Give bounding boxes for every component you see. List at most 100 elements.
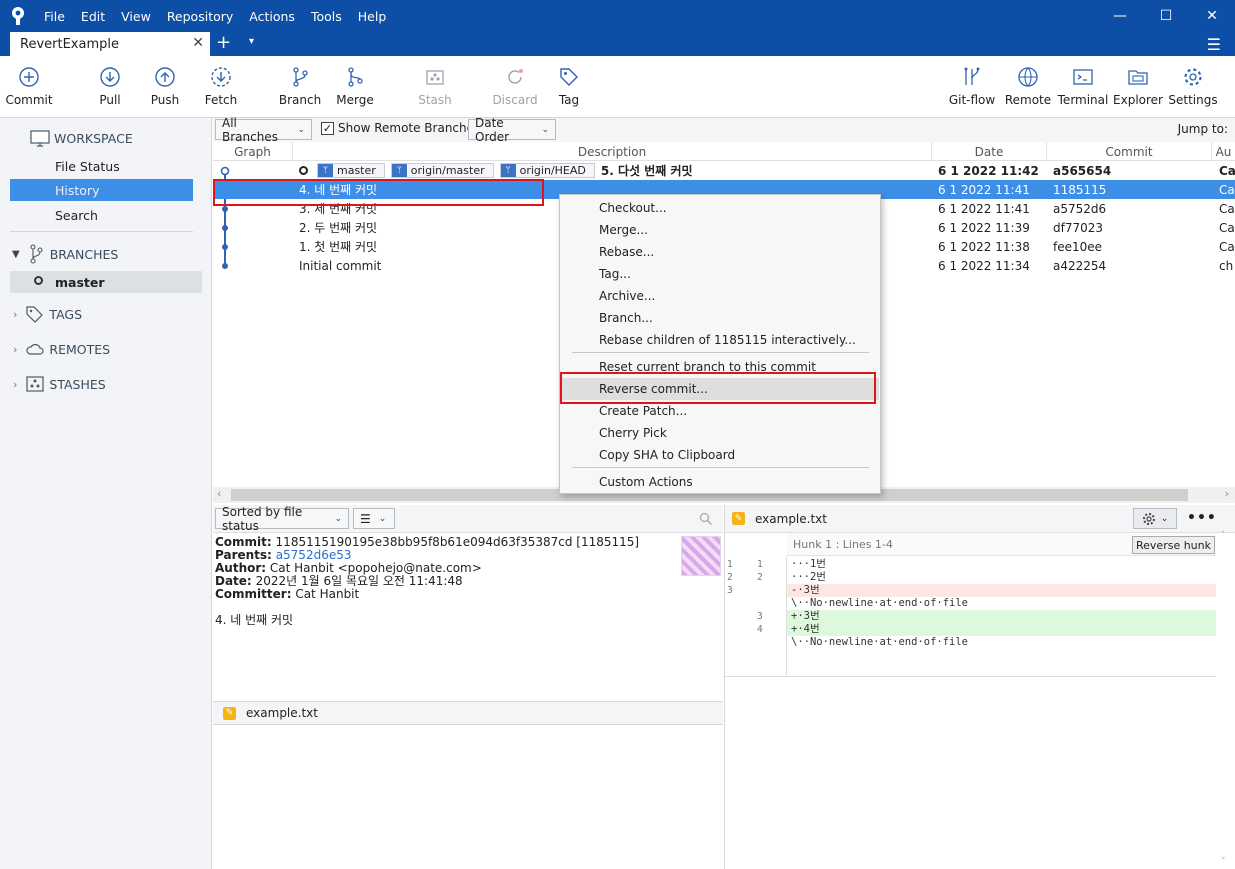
menu-actions[interactable]: Actions	[241, 9, 303, 24]
hamburger-menu-icon[interactable]: ☰	[1207, 35, 1221, 54]
commit-context-menu: Checkout... Merge... Rebase... Tag... Ar…	[559, 194, 881, 494]
branch-tag-origin-head[interactable]: ᛘ origin/HEAD	[499, 163, 595, 178]
show-remote-checkbox[interactable]: ✓	[321, 122, 334, 135]
tags-header[interactable]: › TAGS	[0, 304, 212, 324]
branch-tag-origin-master[interactable]: ᛘ origin/master	[390, 163, 494, 178]
minimize-button[interactable]: —	[1097, 0, 1143, 32]
tag-icon	[560, 68, 578, 86]
sort-dropdown[interactable]: Sorted by file status ⌄	[215, 505, 349, 533]
branches-filter-dropdown[interactable]: All Branches ⌄	[215, 116, 312, 144]
menu-item-merge[interactable]: Merge...	[561, 219, 879, 241]
pull-button[interactable]: Pull	[92, 56, 128, 118]
branches-header[interactable]: ▼ BRANCHES	[0, 244, 212, 264]
sidebar-item-search[interactable]: Search	[10, 204, 193, 226]
column-description[interactable]: Description	[293, 142, 932, 161]
menu-item-copy-sha[interactable]: Copy SHA to Clipboard	[561, 444, 879, 466]
menu-item-branch[interactable]: Branch...	[561, 307, 879, 329]
diff-no-newline-line: \··No·newline·at·end·of·file	[791, 597, 969, 609]
sidebar-item-master[interactable]: master	[10, 271, 202, 293]
vertical-scrollbar[interactable]: ˄ ˅	[1216, 531, 1235, 869]
menu-item-rebase[interactable]: Rebase...	[561, 241, 879, 263]
search-icon[interactable]	[699, 512, 713, 526]
maximize-button[interactable]: ☐	[1143, 0, 1189, 32]
scroll-right-icon[interactable]: ›	[1225, 487, 1229, 500]
menu-item-cherry-pick[interactable]: Cherry Pick	[561, 422, 879, 444]
commit-row[interactable]: ᛘ master ᛘ origin/master ᛘ origin/HEAD 5. 다…	[213, 161, 1235, 180]
menu-tools[interactable]: Tools	[303, 9, 350, 24]
menu-view[interactable]: View	[113, 9, 159, 24]
chevron-right-icon: ›	[13, 377, 18, 391]
commit-list-header: Graph Description Date Commit Au	[213, 142, 1235, 161]
terminal-button[interactable]: Terminal	[1058, 56, 1108, 118]
menu-file[interactable]: File	[36, 9, 73, 24]
menu-item-custom-actions[interactable]: Custom Actions	[561, 471, 879, 493]
gear-icon	[1142, 512, 1155, 525]
column-date[interactable]: Date	[932, 142, 1047, 161]
more-options-icon[interactable]: •••	[1187, 510, 1217, 526]
sourcetree-logo-icon	[0, 0, 36, 32]
close-window-button[interactable]: ✕	[1189, 0, 1235, 32]
merge-button[interactable]: Merge	[336, 56, 374, 118]
settings-button[interactable]: Settings	[1168, 56, 1218, 118]
changed-files-header[interactable]: ✎ example.txt	[213, 701, 723, 725]
menu-item-checkout[interactable]: Checkout...	[561, 197, 879, 219]
menu-bar: File Edit View Repository Actions Tools …	[36, 0, 394, 32]
remote-button[interactable]: Remote	[1005, 56, 1051, 118]
menu-repository[interactable]: Repository	[159, 9, 241, 24]
chevron-down-icon: ⌄	[334, 513, 342, 524]
column-author[interactable]: Au	[1212, 142, 1235, 161]
tag-label: Tag	[558, 93, 580, 107]
sidebar-item-history[interactable]: History	[10, 179, 193, 201]
commit-date: 6 1 2022 11:41	[938, 182, 1030, 197]
scroll-up-icon[interactable]: ˄	[1221, 531, 1226, 541]
committer-line: Committer: Cat Hanbit	[215, 588, 721, 601]
reverse-hunk-button[interactable]: Reverse hunk	[1132, 536, 1215, 554]
scroll-left-icon[interactable]: ‹	[217, 487, 221, 500]
stash-button[interactable]: Stash	[417, 56, 453, 118]
scroll-down-icon[interactable]: ˅	[1221, 857, 1226, 867]
menu-item-tag[interactable]: Tag...	[561, 263, 879, 285]
commit-hash: 1185115	[1053, 182, 1107, 197]
parent-link[interactable]: a5752d6e53	[276, 548, 352, 562]
explorer-button[interactable]: Explorer	[1113, 56, 1163, 118]
tab-close-icon[interactable]: ✕	[192, 35, 204, 51]
menu-item-rebase-children[interactable]: Rebase children of 1185115 interactively…	[561, 329, 879, 351]
view-mode-dropdown[interactable]: ☰ ⌄	[353, 508, 395, 529]
workspace-label: WORKSPACE	[54, 130, 133, 146]
branch-tag-master[interactable]: ᛘ master	[317, 163, 385, 178]
push-button[interactable]: Push	[147, 56, 183, 118]
order-dropdown[interactable]: Date Order ⌄	[468, 116, 556, 144]
menu-edit[interactable]: Edit	[73, 9, 113, 24]
tab-revertexample[interactable]: RevertExample ✕	[10, 32, 210, 56]
column-graph[interactable]: Graph	[213, 142, 293, 161]
modified-file-icon: ✎	[732, 512, 745, 525]
column-commit[interactable]: Commit	[1047, 142, 1212, 161]
workspace-header[interactable]: WORKSPACE	[0, 128, 212, 148]
branch-icon	[293, 67, 308, 87]
monitor-icon	[30, 129, 50, 147]
menu-help[interactable]: Help	[350, 9, 395, 24]
diff-added-line: +·4번	[787, 623, 1217, 636]
sidebar-item-file-status[interactable]: File Status	[10, 155, 193, 177]
diff-settings-dropdown[interactable]: ⌄	[1133, 508, 1177, 529]
new-tab-button[interactable]: +	[216, 33, 231, 53]
highlight-selected-commit	[213, 179, 544, 206]
chevron-right-icon: ›	[13, 342, 18, 356]
fetch-button[interactable]: Fetch	[202, 56, 240, 118]
discard-button[interactable]: Discard	[492, 56, 538, 118]
committer-value: Cat Hanbit	[295, 587, 360, 601]
remotes-header[interactable]: › REMOTES	[0, 339, 212, 359]
menu-item-archive[interactable]: Archive...	[561, 285, 879, 307]
branch-tag-label: origin/HEAD	[519, 164, 586, 177]
stashes-header[interactable]: › STASHES	[0, 374, 212, 394]
gitflow-button[interactable]: Git-flow	[949, 56, 995, 118]
parents-label: Parents:	[215, 548, 272, 562]
tab-dropdown-icon[interactable]: ▾	[249, 36, 254, 47]
commit-label: Commit	[5, 93, 53, 107]
commit-author: Ca	[1219, 182, 1235, 197]
branch-button[interactable]: Branch	[279, 56, 321, 118]
commit-button[interactable]: Commit	[5, 56, 53, 118]
folder-icon	[1128, 70, 1148, 85]
tag-button[interactable]: Tag	[556, 56, 582, 118]
new-line-number: 1	[757, 559, 763, 570]
